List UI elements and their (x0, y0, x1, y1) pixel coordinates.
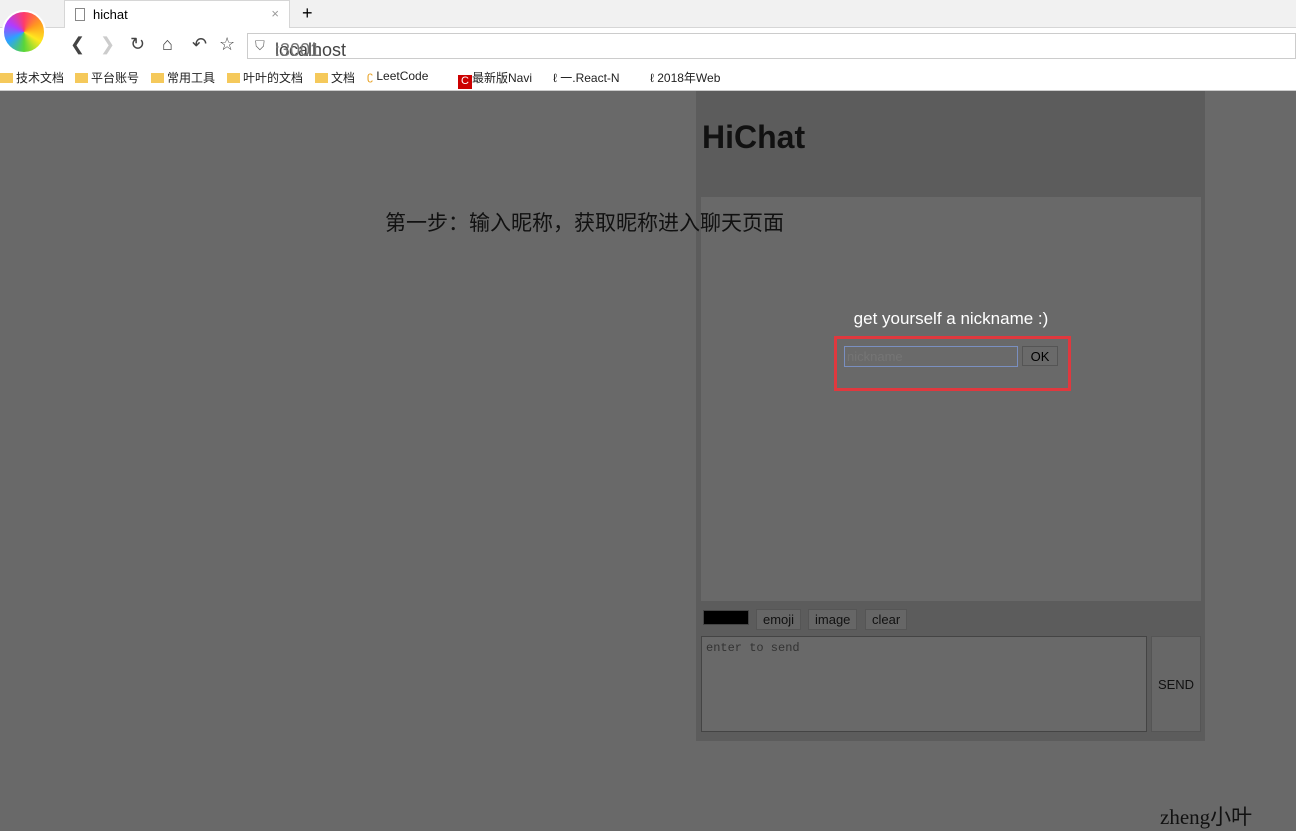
color-picker[interactable] (703, 610, 749, 625)
reload-icon[interactable]: ↻ (130, 34, 145, 55)
folder-icon (151, 73, 164, 83)
forward-icon[interactable]: ❯ (100, 34, 115, 55)
send-button[interactable]: SEND (1151, 636, 1201, 732)
csdn-icon: C (458, 75, 472, 89)
hichat-app: HiChat get yourself a nickname :) OK emo… (696, 91, 1205, 741)
bookmark[interactable]: 文档 (315, 69, 355, 86)
folder-icon (315, 73, 328, 83)
nickname-prompt: get yourself a nickname :) (853, 309, 1049, 328)
folder-icon (0, 73, 13, 83)
bookmark[interactable]: 技术文档 (0, 69, 64, 86)
address-bar[interactable]: ⛉ localhost:3001 (247, 33, 1296, 60)
bookmark[interactable]: 平台账号 (75, 69, 139, 86)
ok-button[interactable]: OK (1022, 346, 1058, 366)
emoji-button[interactable]: emoji (756, 609, 802, 630)
annotation-caption: 第一步：输入昵称，获取昵称进入聊天页面 (385, 211, 784, 235)
browser-logo[interactable] (2, 10, 46, 54)
folder-icon (227, 73, 240, 83)
star-icon[interactable]: ☆ (219, 34, 235, 55)
tab-hichat[interactable]: hichat × (64, 0, 290, 28)
back-icon[interactable]: ❮ (70, 34, 85, 55)
bookmark[interactable]: ʗ LeetCode (367, 69, 428, 83)
new-tab-button[interactable]: + (302, 3, 313, 24)
bookmark[interactable]: 常用工具 (151, 69, 215, 86)
link-icon: ℓ (553, 71, 557, 85)
bookmark[interactable]: 叶叶的文档 (227, 69, 303, 86)
folder-icon (75, 73, 88, 83)
bookmark[interactable]: ℓ 2018年Web (650, 69, 720, 86)
url-port: :3001 (275, 40, 321, 60)
home-icon[interactable]: ⌂ (162, 34, 173, 55)
nav-bar: ❮ ❯ ↻ ⌂ ↶ ☆ ⛉ localhost:3001 (0, 28, 1296, 64)
clear-button[interactable]: clear (865, 609, 908, 630)
login-panel: get yourself a nickname :) OK (701, 197, 1201, 601)
link-icon: ℓ (650, 71, 654, 85)
message-input[interactable]: enter to send (701, 636, 1147, 732)
bookmark[interactable]: ℓ 一.React-N (553, 69, 620, 86)
shield-icon: ⛉ (255, 38, 265, 53)
tab-bar: hichat × + (0, 0, 1296, 28)
bookmarks-bar: 技术文档 平台账号 常用工具 叶叶的文档 文档 ʗ LeetCode C 最新版N… (0, 64, 1296, 91)
page-icon (75, 8, 85, 21)
leetcode-icon: ʗ (367, 69, 373, 83)
watermark: zheng小叶 (1160, 805, 1253, 829)
bookmark[interactable]: C 最新版Navi (458, 69, 532, 89)
close-tab-icon[interactable]: × (271, 6, 279, 21)
tab-title: hichat (93, 7, 128, 22)
undo-icon[interactable]: ↶ (192, 34, 207, 55)
nickname-input[interactable] (844, 346, 1018, 367)
image-button[interactable]: image (808, 609, 858, 630)
app-title: HiChat (702, 119, 806, 155)
